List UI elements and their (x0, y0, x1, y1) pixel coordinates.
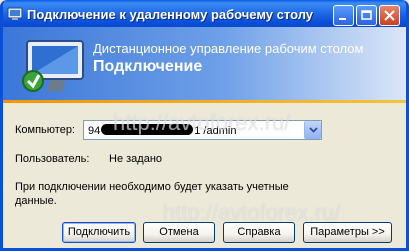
close-icon (384, 10, 395, 21)
title-bar[interactable]: Подключение к удаленному рабочему столу (3, 0, 406, 30)
banner-title: Подключение (93, 58, 203, 75)
banner: Дистанционное управление рабочим столом … (3, 27, 406, 100)
options-button[interactable]: Параметры >> (303, 222, 392, 243)
minimize-icon (339, 18, 346, 20)
computer-label: Компьютер: (15, 124, 75, 136)
help-button[interactable]: Справка (223, 222, 295, 243)
info-text-line1: При подключении необходимо будет указать… (15, 181, 289, 193)
monitor-icon (22, 40, 84, 92)
info-text-line2: данные. (15, 195, 57, 207)
computer-value-prefix: 94 (88, 125, 101, 137)
user-value: Не задано (109, 153, 163, 165)
close-button[interactable] (379, 5, 400, 26)
user-label: Пользователь: (15, 153, 90, 165)
combo-dropdown-button[interactable] (304, 121, 321, 139)
maximize-button[interactable] (356, 5, 377, 26)
watermark-1: http://avtoforex.ru/ (113, 110, 291, 135)
remote-desktop-icon (7, 7, 23, 20)
minimize-button[interactable] (333, 5, 354, 26)
chevron-down-icon (309, 127, 318, 133)
connect-button[interactable]: Подключить (62, 222, 136, 243)
cancel-button[interactable]: Отмена (143, 222, 215, 243)
rdp-window: Подключение к удаленному рабочему столу … (0, 0, 409, 251)
banner-stripe (3, 100, 406, 103)
window-title: Подключение к удаленному рабочему столу (27, 7, 314, 22)
banner-subtitle: Дистанционное управление рабочим столом (93, 41, 364, 56)
maximize-icon (361, 10, 372, 20)
